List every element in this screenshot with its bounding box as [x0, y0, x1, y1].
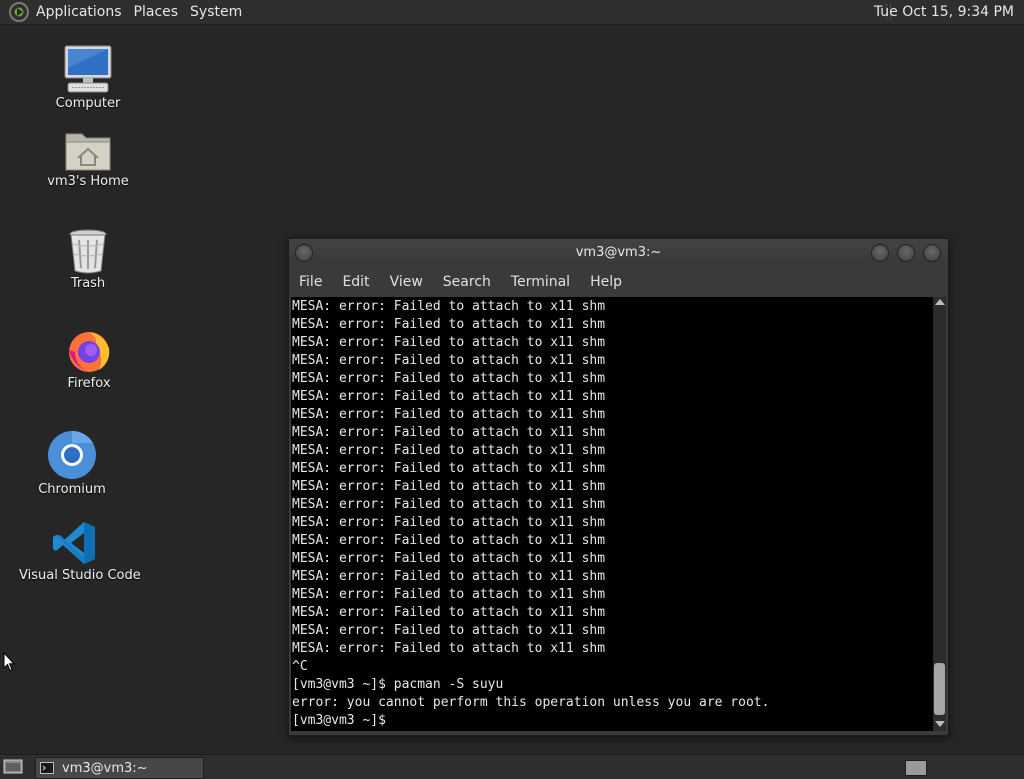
terminal-line: MESA: error: Failed to attach to x11 shm	[292, 533, 606, 548]
terminal-line: MESA: error: Failed to attach to x11 shm	[292, 389, 606, 404]
vscode-icon	[53, 522, 95, 564]
terminal-output[interactable]: MESA: error: Failed to attach to x11 shm…	[291, 297, 933, 731]
show-desktop-icon[interactable]	[3, 758, 23, 775]
computer-icon	[64, 45, 112, 93]
scroll-down-arrow-icon[interactable]	[935, 721, 945, 727]
taskbar-item-terminal[interactable]: vm3@vm3:~	[35, 757, 204, 779]
desktop-icon-label: Visual Studio Code	[19, 568, 141, 583]
close-button[interactable]	[923, 244, 941, 262]
scrollbar-thumb[interactable]	[934, 663, 945, 715]
terminal-line: MESA: error: Failed to attach to x11 shm	[292, 353, 606, 368]
desktop-icon-chromium[interactable]: Chromium	[17, 430, 127, 497]
terminal-line: MESA: error: Failed to attach to x11 shm	[292, 479, 606, 494]
menu-places[interactable]: Places	[128, 4, 185, 20]
window-title: vm3@vm3:~	[575, 245, 662, 260]
desktop-icon-home[interactable]: vm3's Home	[33, 128, 143, 189]
terminal-line: MESA: error: Failed to attach to x11 shm	[292, 641, 606, 656]
firefox-icon	[69, 332, 110, 372]
terminal-line: MESA: error: Failed to attach to x11 shm	[292, 605, 606, 620]
terminal-line: MESA: error: Failed to attach to x11 shm	[292, 317, 606, 332]
scroll-up-arrow-icon[interactable]	[935, 299, 945, 305]
terminal-line: MESA: error: Failed to attach to x11 shm	[292, 569, 606, 584]
terminal-lines: MESA: error: Failed to attach to x11 shm…	[291, 297, 933, 730]
desktop-icon-label: Firefox	[67, 376, 111, 391]
desktop-icon-label: Computer	[55, 96, 121, 111]
workspace-switcher[interactable]	[905, 760, 927, 776]
desktop-icon-label: Chromium	[38, 482, 106, 497]
taskbar-item-label: vm3@vm3:~	[62, 760, 148, 776]
terminal-line: [vm3@vm3 ~]$	[292, 713, 394, 728]
window-titlebar[interactable]: vm3@vm3:~	[289, 239, 948, 267]
menu-view[interactable]: View	[380, 274, 433, 290]
terminal-line: ^C	[292, 659, 308, 674]
chromium-icon	[48, 430, 96, 479]
top-panel: Applications Places System Tue Oct 15, 9…	[0, 0, 1024, 25]
terminal-window[interactable]: vm3@vm3:~ File Edit View Search Terminal…	[288, 238, 949, 736]
terminal-line: MESA: error: Failed to attach to x11 shm	[292, 461, 606, 476]
trash-icon	[69, 229, 107, 274]
terminal-line: MESA: error: Failed to attach to x11 shm	[292, 623, 606, 638]
desktop-icon-firefox[interactable]: Firefox	[34, 326, 144, 391]
terminal-scrollbar[interactable]	[933, 297, 946, 731]
desktop-icon-label: vm3's Home	[47, 174, 129, 189]
terminal-line: MESA: error: Failed to attach to x11 shm	[292, 551, 606, 566]
minimize-button[interactable]	[871, 244, 889, 262]
maximize-button[interactable]	[897, 244, 915, 262]
terminal-line: MESA: error: Failed to attach to x11 shm	[292, 587, 606, 602]
terminal-line: MESA: error: Failed to attach to x11 shm	[292, 515, 606, 530]
desktop-icon-computer[interactable]: Computer	[33, 44, 143, 111]
terminal-icon	[40, 762, 54, 774]
terminal-menubar: File Edit View Search Terminal Help	[289, 267, 948, 297]
desktop-icon-label: Trash	[70, 276, 106, 291]
menu-applications[interactable]: Applications	[34, 4, 128, 20]
terminal-line: MESA: error: Failed to attach to x11 shm	[292, 371, 606, 386]
desktop-icon-vscode[interactable]: Visual Studio Code	[19, 520, 141, 583]
terminal-line: error: you cannot perform this operation…	[292, 695, 770, 710]
clock[interactable]: Tue Oct 15, 9:34 PM	[868, 0, 1020, 24]
bottom-panel: vm3@vm3:~	[0, 754, 1024, 779]
menu-help[interactable]: Help	[580, 274, 632, 290]
menu-terminal[interactable]: Terminal	[501, 274, 580, 290]
menu-file[interactable]: File	[289, 274, 332, 290]
mouse-pointer-icon	[3, 652, 15, 672]
desktop-icon-trash[interactable]: Trash	[33, 228, 143, 291]
terminal-line: MESA: error: Failed to attach to x11 shm	[292, 443, 606, 458]
menu-edit[interactable]: Edit	[332, 274, 379, 290]
terminal-line: MESA: error: Failed to attach to x11 shm	[292, 497, 606, 512]
menu-system[interactable]: System	[184, 4, 248, 20]
terminal-line: MESA: error: Failed to attach to x11 shm	[292, 425, 606, 440]
applications-logo-icon[interactable]	[8, 1, 30, 23]
terminal-line: MESA: error: Failed to attach to x11 shm	[292, 407, 606, 422]
menu-search[interactable]: Search	[433, 274, 501, 290]
terminal-line: [vm3@vm3 ~]$ pacman -S suyu	[292, 677, 504, 692]
home-folder-icon	[65, 133, 111, 171]
terminal-line: MESA: error: Failed to attach to x11 shm	[292, 299, 606, 314]
terminal-line: MESA: error: Failed to attach to x11 shm	[292, 335, 606, 350]
